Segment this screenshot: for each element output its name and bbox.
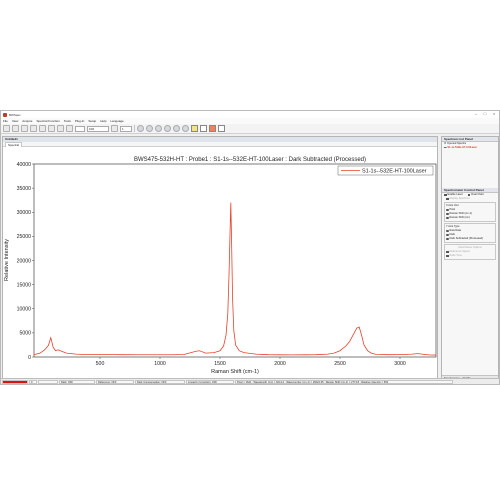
x-tick-label: 1500 [214, 361, 226, 367]
series-line-s1 [33, 202, 437, 356]
x-tick-label: 1000 [154, 361, 166, 367]
x-tick-label: 2500 [334, 361, 346, 367]
spectrum-chart[interactable]: 0 5000 10000 15000 20000 25000 30000 35000 40000… [0, 0, 500, 500]
y-tick-label: 25000 [17, 234, 32, 240]
y-tick-label: 20000 [17, 258, 32, 264]
y-tick-label: 0 [28, 355, 31, 361]
legend-label: S1-1s--532E-HT-100Laser [362, 169, 427, 175]
x-tick-label: 500 [96, 361, 105, 367]
plot-area-border [33, 163, 437, 358]
y-tick-label: 30000 [17, 210, 32, 216]
y-tick-label: 40000 [17, 162, 32, 168]
y-tick-label: 15000 [17, 282, 32, 288]
y-axis: 0 5000 10000 15000 20000 25000 30000 35000 40000 [17, 162, 34, 361]
x-tick-label: 3000 [394, 361, 406, 367]
x-tick-label: 2000 [274, 361, 286, 367]
x-axis: 500 1000 1500 2000 2500 3000 [96, 357, 406, 367]
y-tick-label: 35000 [17, 186, 32, 192]
y-tick-label: 10000 [17, 307, 32, 313]
y-tick-label: 5000 [19, 331, 31, 337]
legend: S1-1s--532E-HT-100Laser [337, 165, 434, 176]
y-axis-label: Relative Intensity [4, 239, 10, 281]
x-axis-label: Raman Shift (cm-1) [211, 369, 259, 375]
